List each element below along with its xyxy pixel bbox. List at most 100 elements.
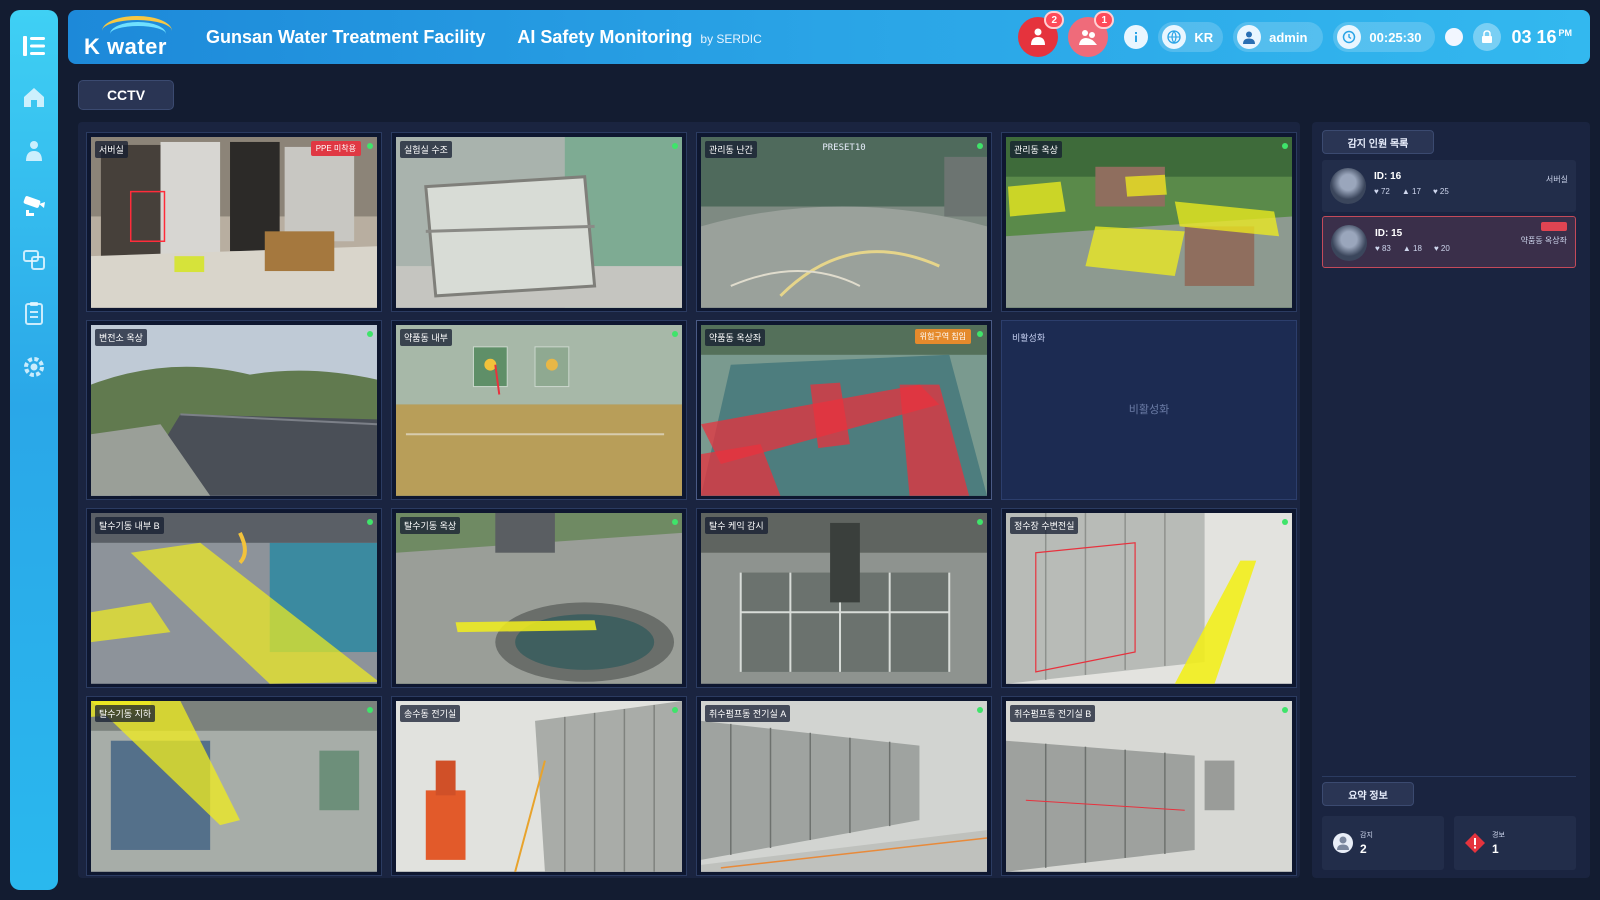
language-selector[interactable]: KR — [1158, 22, 1224, 52]
app-root: K water Gunsan Water Treatment Facility … — [0, 0, 1600, 900]
timer-icon — [1337, 25, 1362, 49]
camera-feed — [396, 325, 682, 496]
globe-icon — [1162, 25, 1187, 49]
home-icon — [24, 88, 44, 107]
lock-icon — [1482, 30, 1493, 43]
session-timer-value: 00:25:30 — [1369, 29, 1422, 45]
camera-feed — [1006, 701, 1292, 872]
detection-item-alert[interactable]: ID: 15 ♥ 83 ▲ 18 ♥ 20 약품동 옥상좌 — [1322, 216, 1576, 268]
zone-alert-button[interactable]: 1 — [1068, 11, 1115, 57]
camera-tile[interactable]: 취수펌프동 전기실 A — [696, 696, 992, 876]
detection-stats: ♥ 72 ▲ 17 ♥ 25 — [1374, 187, 1449, 196]
camera-feed — [701, 325, 987, 496]
tab-cctv[interactable]: CCTV — [78, 80, 174, 110]
camera-name: 약품동 내부 — [400, 329, 452, 346]
camera-tile[interactable]: 관리동 옥상 — [1001, 132, 1297, 312]
vendor-label: by SERDIC — [700, 32, 762, 46]
detection-item[interactable]: ID: 16 ♥ 72 ▲ 17 ♥ 25 서버실 — [1322, 160, 1576, 212]
ptz-preset-label: PRESET10 — [822, 143, 866, 153]
sidebar-item-camera-settings[interactable] — [10, 232, 58, 286]
camera-tile[interactable]: 탈수기동 옥상 — [391, 508, 687, 688]
live-indicator — [367, 331, 373, 337]
gear-icon — [24, 357, 44, 377]
camera-name: 탈수 케익 감시 — [705, 517, 768, 534]
sidebar-item-cctv[interactable] — [10, 178, 58, 232]
summary-detected: 감지 2 — [1322, 816, 1444, 870]
cctv-icon — [23, 196, 45, 216]
sidebar — [10, 10, 58, 890]
camera-feed — [701, 137, 987, 308]
camera-tile[interactable]: 약품동 옥상좌 위험구역 침입 — [696, 320, 992, 500]
cctv-grid: 서버실 PPE 미착용 실험실 수조 관리동 난간 PRESET10 관리동 옥… — [78, 122, 1300, 878]
camera-name: 정수장 수변전실 — [1010, 517, 1079, 534]
live-indicator — [977, 707, 983, 713]
sidebar-item-reports[interactable] — [10, 286, 58, 340]
stat-shield-icon: ♥ 25 — [1432, 187, 1449, 196]
camera-name: 관리동 옥상 — [1010, 141, 1062, 158]
camera-tile[interactable]: 약품동 내부 — [391, 320, 687, 500]
live-indicator — [1282, 707, 1288, 713]
lock-button[interactable] — [1473, 23, 1502, 51]
live-indicator — [977, 143, 983, 149]
camera-tile[interactable]: 서버실 PPE 미착용 — [86, 132, 382, 312]
header-controls: 2 1 KR admin 00:25:30 03 16 PM — [1018, 11, 1572, 57]
alert-tag — [1541, 222, 1567, 231]
kwater-logo: K water — [80, 10, 192, 64]
person-thumbnail — [1330, 168, 1366, 204]
person-thumbnail — [1331, 225, 1367, 261]
facility-title: Gunsan Water Treatment Facility — [206, 26, 486, 47]
camera-feed — [701, 513, 987, 684]
language-label: KR — [1194, 29, 1214, 45]
camera-feed — [91, 701, 377, 872]
camera-tile-disabled[interactable]: 비활성화 비활성화 — [1001, 320, 1297, 500]
stat-heart-icon: ♥ 72 — [1374, 187, 1390, 196]
camera-tile[interactable]: 탈수기동 지하 — [86, 696, 382, 876]
camera-tile[interactable]: 탈수 케익 감시 — [696, 508, 992, 688]
live-indicator — [977, 331, 983, 337]
camera-tile[interactable]: 변전소 옥상 — [86, 320, 382, 500]
camera-name: 탈수기동 내부 B — [95, 517, 164, 534]
camera-tile[interactable]: 탈수기동 내부 B — [86, 508, 382, 688]
detection-stats: ♥ 83 ▲ 18 ♥ 20 — [1375, 244, 1450, 253]
detection-location: 서버실 — [1545, 175, 1568, 184]
menu-icon — [23, 36, 45, 56]
detection-panel: 감지 인원 목록 ID: 16 ♥ 72 ▲ 17 ♥ 25 서버실 ID: 1… — [1312, 122, 1590, 878]
divider — [1322, 776, 1576, 777]
live-indicator — [977, 519, 983, 525]
username-label: admin — [1269, 29, 1308, 45]
info-button[interactable] — [1124, 25, 1149, 49]
camera-device-icon — [23, 250, 45, 270]
person-icon — [1333, 833, 1353, 853]
sidebar-item-settings[interactable] — [10, 340, 58, 394]
camera-tile[interactable]: 송수동 전기실 — [391, 696, 687, 876]
camera-tile[interactable]: 정수장 수변전실 — [1001, 508, 1297, 688]
info-icon — [1135, 32, 1138, 42]
user-menu[interactable]: admin — [1233, 22, 1324, 52]
intrusion-alert-icon — [1079, 30, 1098, 45]
camera-tile[interactable]: 취수펌프동 전기실 B — [1001, 696, 1297, 876]
stat-up-icon: ▲ 18 — [1402, 244, 1422, 253]
summary-detected-value: 2 — [1360, 842, 1367, 856]
detection-list-title: 감지 인원 목록 — [1322, 130, 1434, 154]
menu-button[interactable] — [10, 22, 58, 70]
stat-heart-icon: ♥ 83 — [1375, 244, 1391, 253]
camera-name: 취수펌프동 전기실 B — [1010, 705, 1096, 722]
ppe-alert-button[interactable]: 2 — [1018, 11, 1065, 57]
person-id: ID: 16 — [1374, 171, 1402, 182]
session-timer: 00:25:30 — [1333, 22, 1436, 52]
live-indicator — [672, 143, 678, 149]
camera-name: 약품동 옥상좌 — [705, 329, 766, 346]
camera-name: 실험실 수조 — [400, 141, 452, 158]
camera-tile[interactable]: 실험실 수조 — [391, 132, 687, 312]
sidebar-item-home[interactable] — [10, 70, 58, 124]
camera-feed — [1006, 137, 1292, 308]
summary-title: 요약 정보 — [1322, 782, 1414, 806]
camera-feed — [396, 701, 682, 872]
camera-tile[interactable]: 관리동 난간 PRESET10 — [696, 132, 992, 312]
camera-feed — [91, 513, 377, 684]
person-id: ID: 15 — [1375, 228, 1403, 239]
sidebar-item-worker[interactable] — [10, 124, 58, 178]
worker-icon — [26, 141, 42, 161]
live-indicator — [367, 519, 373, 525]
status-toggle[interactable] — [1445, 28, 1464, 46]
